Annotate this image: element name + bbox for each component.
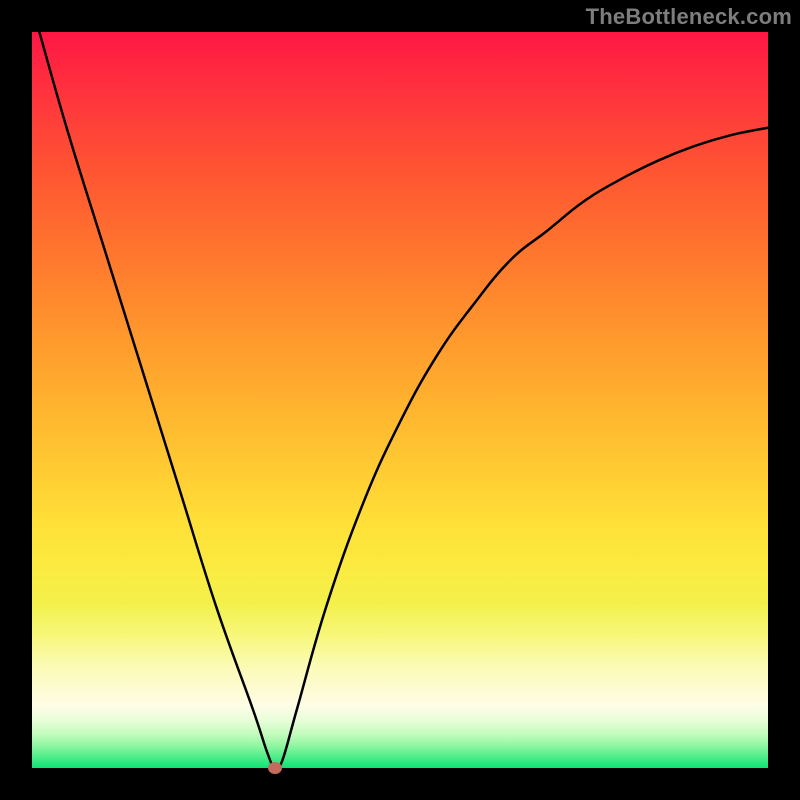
chart-frame: TheBottleneck.com <box>0 0 800 800</box>
watermark-text: TheBottleneck.com <box>586 4 792 30</box>
plot-area <box>32 32 768 768</box>
bottleneck-curve <box>32 32 768 768</box>
min-marker <box>268 762 282 774</box>
